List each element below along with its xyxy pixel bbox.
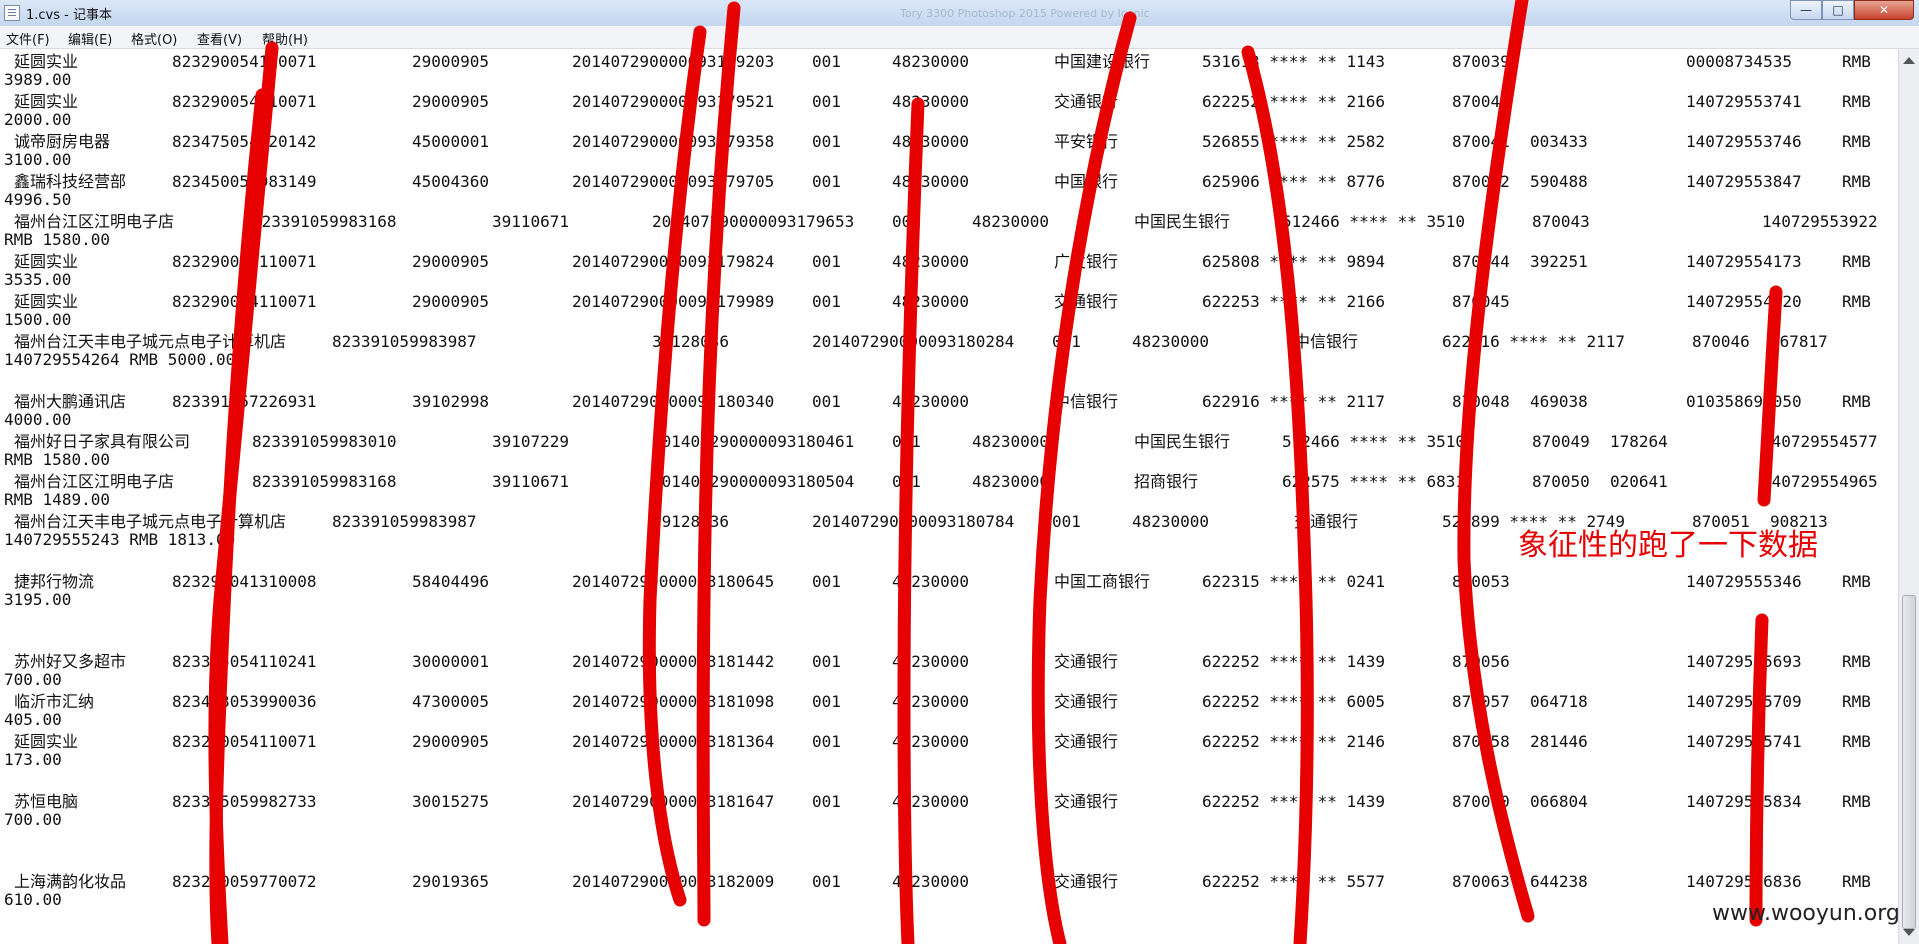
annotation-stroke <box>897 97 925 944</box>
annotation-stroke <box>1241 45 1314 944</box>
annotation-note: 象征性的跑了一下数据 <box>1518 528 1818 563</box>
annotation-stroke <box>642 25 707 907</box>
annotation-stroke <box>209 88 269 944</box>
annotation-stroke <box>1757 285 1783 507</box>
watermark: www.wooyun.org <box>1712 901 1900 926</box>
annotation-stroke <box>1749 613 1769 927</box>
red-annotation-strokes <box>208 0 1783 944</box>
annotation-stroke <box>1457 0 1535 923</box>
annotation-stroke <box>696 1 741 927</box>
annotation-stroke <box>1031 11 1137 944</box>
